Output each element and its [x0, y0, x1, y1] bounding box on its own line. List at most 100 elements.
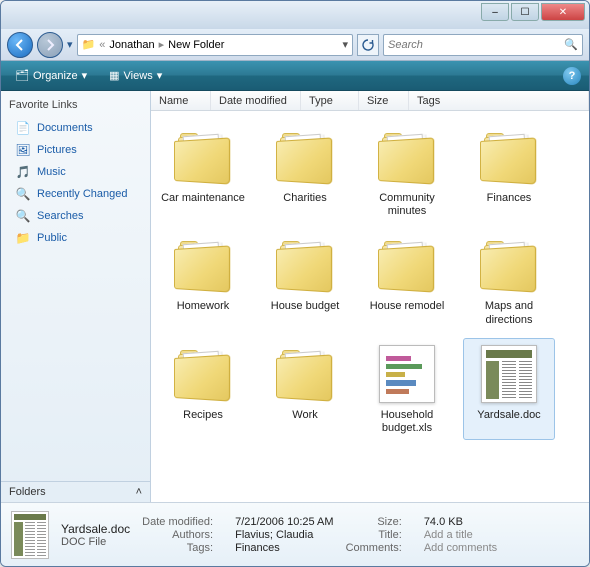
link-label: Documents — [37, 122, 93, 134]
favorite-link[interactable]: 🔍Searches — [1, 205, 150, 227]
favorite-link[interactable]: 🔍 Recently Changed — [1, 183, 150, 205]
forward-button[interactable] — [37, 32, 63, 58]
titlebar: – ☐ ✕ — [1, 1, 589, 29]
favorite-link[interactable]: 🖼 Pictures — [1, 139, 150, 161]
folder-icon — [276, 241, 334, 289]
item-label: Charities — [283, 192, 326, 205]
nav-pane: Favorite Links 📄 Documents 🖼 Pictures 🎵 Music… — [1, 91, 151, 502]
column-header-date[interactable]: Date modified — [211, 91, 301, 110]
command-bar: 🗂 Organize ▾ ▦ Views ▾ ? — [1, 61, 589, 91]
link-icon: 📁 — [15, 230, 31, 246]
folder-item[interactable]: Maps and directions — [463, 229, 555, 331]
file-item[interactable]: Household budget.xls — [361, 338, 453, 440]
folder-icon — [174, 350, 232, 398]
folder-item[interactable]: Car maintenance — [157, 121, 249, 223]
search-input[interactable] — [388, 39, 564, 51]
link-icon: 🔍 — [15, 186, 31, 202]
item-label: Recipes — [183, 409, 223, 422]
chevron-right-icon[interactable]: ▸ — [159, 38, 165, 51]
search-box[interactable]: 🔍 — [383, 34, 583, 56]
item-label: Work — [292, 409, 317, 422]
column-header-type[interactable]: Type — [301, 91, 359, 110]
title-field[interactable]: Add a title — [424, 529, 497, 541]
file-grid[interactable]: Car maintenance Charities Community minute… — [151, 111, 589, 502]
folder-icon — [276, 133, 334, 181]
folder-icon — [480, 241, 538, 289]
organize-button[interactable]: 🗂 Organize ▾ — [9, 66, 93, 85]
folder-item[interactable]: House budget — [259, 229, 351, 331]
chevron-up-icon: ˄ — [136, 486, 142, 498]
link-icon: 🖼 — [15, 142, 31, 158]
minimize-button[interactable]: – — [481, 3, 509, 21]
folder-item[interactable]: Community minutes — [361, 121, 453, 223]
spreadsheet-icon — [379, 345, 435, 403]
favorite-link[interactable]: 📄 Documents — [1, 117, 150, 139]
item-label: House budget — [271, 300, 340, 313]
breadcrumb-item[interactable]: Jonathan — [109, 39, 154, 51]
organize-icon: 🗂 — [15, 69, 29, 82]
column-header-tags[interactable]: Tags — [409, 91, 589, 110]
link-label: Pictures — [37, 144, 77, 156]
column-headers: Name Date modified Type Size Tags — [151, 91, 589, 111]
breadcrumb-overflow-icon[interactable]: « — [99, 39, 105, 51]
favorite-links-heading: Favorite Links — [1, 97, 150, 117]
details-properties-right: Size:74.0 KB Title:Add a title Comments:… — [346, 516, 498, 554]
favorite-link[interactable]: 🎵 Music — [1, 161, 150, 183]
maximize-button[interactable]: ☐ — [511, 3, 539, 21]
nav-history-dropdown-icon[interactable]: ▾ — [67, 38, 73, 51]
folder-item[interactable]: House remodel — [361, 229, 453, 331]
address-bar[interactable]: 📁 « Jonathan ▸ New Folder ▾ — [77, 34, 353, 56]
folder-icon — [378, 133, 436, 181]
refresh-button[interactable] — [357, 34, 379, 56]
back-button[interactable] — [7, 32, 33, 58]
folder-icon — [276, 350, 334, 398]
chevron-down-icon: ▾ — [82, 69, 88, 82]
chevron-down-icon: ▾ — [157, 69, 163, 82]
column-header-name[interactable]: Name — [151, 91, 211, 110]
help-button[interactable]: ? — [563, 67, 581, 85]
document-icon — [481, 345, 537, 403]
folder-item[interactable]: Work — [259, 338, 351, 440]
link-icon: 🎵 — [15, 164, 31, 180]
details-filename: Yardsale.doc — [61, 522, 130, 536]
item-label: Homework — [177, 300, 230, 313]
close-button[interactable]: ✕ — [541, 3, 585, 21]
item-label: Yardsale.doc — [477, 409, 540, 422]
body: Favorite Links 📄 Documents 🖼 Pictures 🎵 Music… — [1, 91, 589, 502]
link-icon: 📄 — [15, 120, 31, 136]
item-label: House remodel — [370, 300, 445, 313]
folder-icon: 📁 — [82, 38, 96, 51]
item-label: Finances — [487, 192, 532, 205]
views-icon: ▦ — [109, 69, 119, 82]
folder-item[interactable]: Recipes — [157, 338, 249, 440]
views-button[interactable]: ▦ Views ▾ — [103, 66, 168, 85]
breadcrumb-item[interactable]: New Folder — [168, 39, 224, 51]
file-item[interactable]: Yardsale.doc — [463, 338, 555, 440]
folder-item[interactable]: Homework — [157, 229, 249, 331]
folder-item[interactable]: Finances — [463, 121, 555, 223]
item-label: Community minutes — [364, 192, 450, 218]
folder-icon — [174, 133, 232, 181]
link-label: Music — [37, 166, 66, 178]
details-thumbnail — [11, 511, 49, 559]
details-name-block: Yardsale.doc DOC File — [61, 522, 130, 548]
favorite-link[interactable]: 📁 Public — [1, 227, 150, 249]
link-label: Recently Changed — [37, 188, 128, 200]
item-label: Car maintenance — [161, 192, 245, 205]
column-header-size[interactable]: Size — [359, 91, 409, 110]
folder-item[interactable]: Charities — [259, 121, 351, 223]
link-icon: 🔍 — [15, 208, 31, 224]
content-area: Name Date modified Type Size Tags Car ma… — [151, 91, 589, 502]
search-icon: 🔍 — [564, 38, 578, 51]
item-label: Household budget.xls — [364, 409, 450, 435]
folders-toggle[interactable]: Folders ˄ — [1, 481, 150, 502]
folder-icon — [378, 241, 436, 289]
item-label: Maps and directions — [466, 300, 552, 326]
details-pane: Yardsale.doc DOC File Date modified:7/21… — [1, 502, 589, 566]
comments-field[interactable]: Add comments — [424, 542, 497, 554]
folder-icon — [480, 133, 538, 181]
link-label: Public — [37, 232, 67, 244]
address-dropdown-icon[interactable]: ▾ — [342, 38, 348, 51]
folder-icon — [174, 241, 232, 289]
details-properties-left: Date modified:7/21/2006 10:25 AM Authors… — [142, 516, 333, 554]
